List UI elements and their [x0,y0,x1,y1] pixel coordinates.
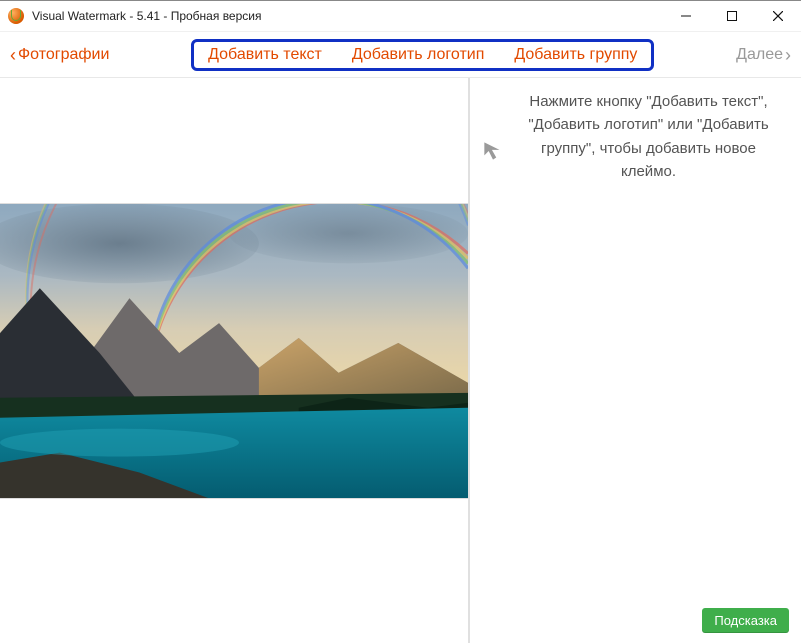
maximize-button[interactable] [709,1,755,31]
minimize-button[interactable] [663,1,709,31]
window-title: Visual Watermark - 5.41 - Пробная версия [32,9,261,23]
add-text-button[interactable]: Добавить текст [208,46,322,64]
chevron-left-icon: ‹ [10,46,16,64]
next-label: Далее [736,46,783,64]
hint-text: Нажмите кнопку "Добавить текст", "Добави… [518,90,779,183]
next-button[interactable]: Далее › [736,46,791,64]
close-button[interactable] [755,1,801,31]
add-buttons-highlight: Добавить текст Добавить логотип Добавить… [191,39,654,71]
photo-preview[interactable] [0,203,468,499]
chevron-right-icon: › [785,46,791,64]
back-button[interactable]: ‹ Фотографии [10,46,109,64]
pointer-icon [480,138,506,169]
app-icon [8,8,24,24]
add-logo-button[interactable]: Добавить логотип [352,46,485,64]
content: Нажмите кнопку "Добавить текст", "Добави… [0,77,801,643]
back-label: Фотографии [18,46,109,64]
tip-button[interactable]: Подсказка [702,608,789,633]
side-panel: Нажмите кнопку "Добавить текст", "Добави… [470,78,801,643]
hint: Нажмите кнопку "Добавить текст", "Добави… [480,90,779,183]
preview-pane [0,78,470,643]
add-group-button[interactable]: Добавить группу [514,46,637,64]
toolbar: ‹ Фотографии Добавить текст Добавить лог… [0,31,801,77]
titlebar: Visual Watermark - 5.41 - Пробная версия [0,1,801,31]
app-window: Visual Watermark - 5.41 - Пробная версия… [0,0,801,643]
